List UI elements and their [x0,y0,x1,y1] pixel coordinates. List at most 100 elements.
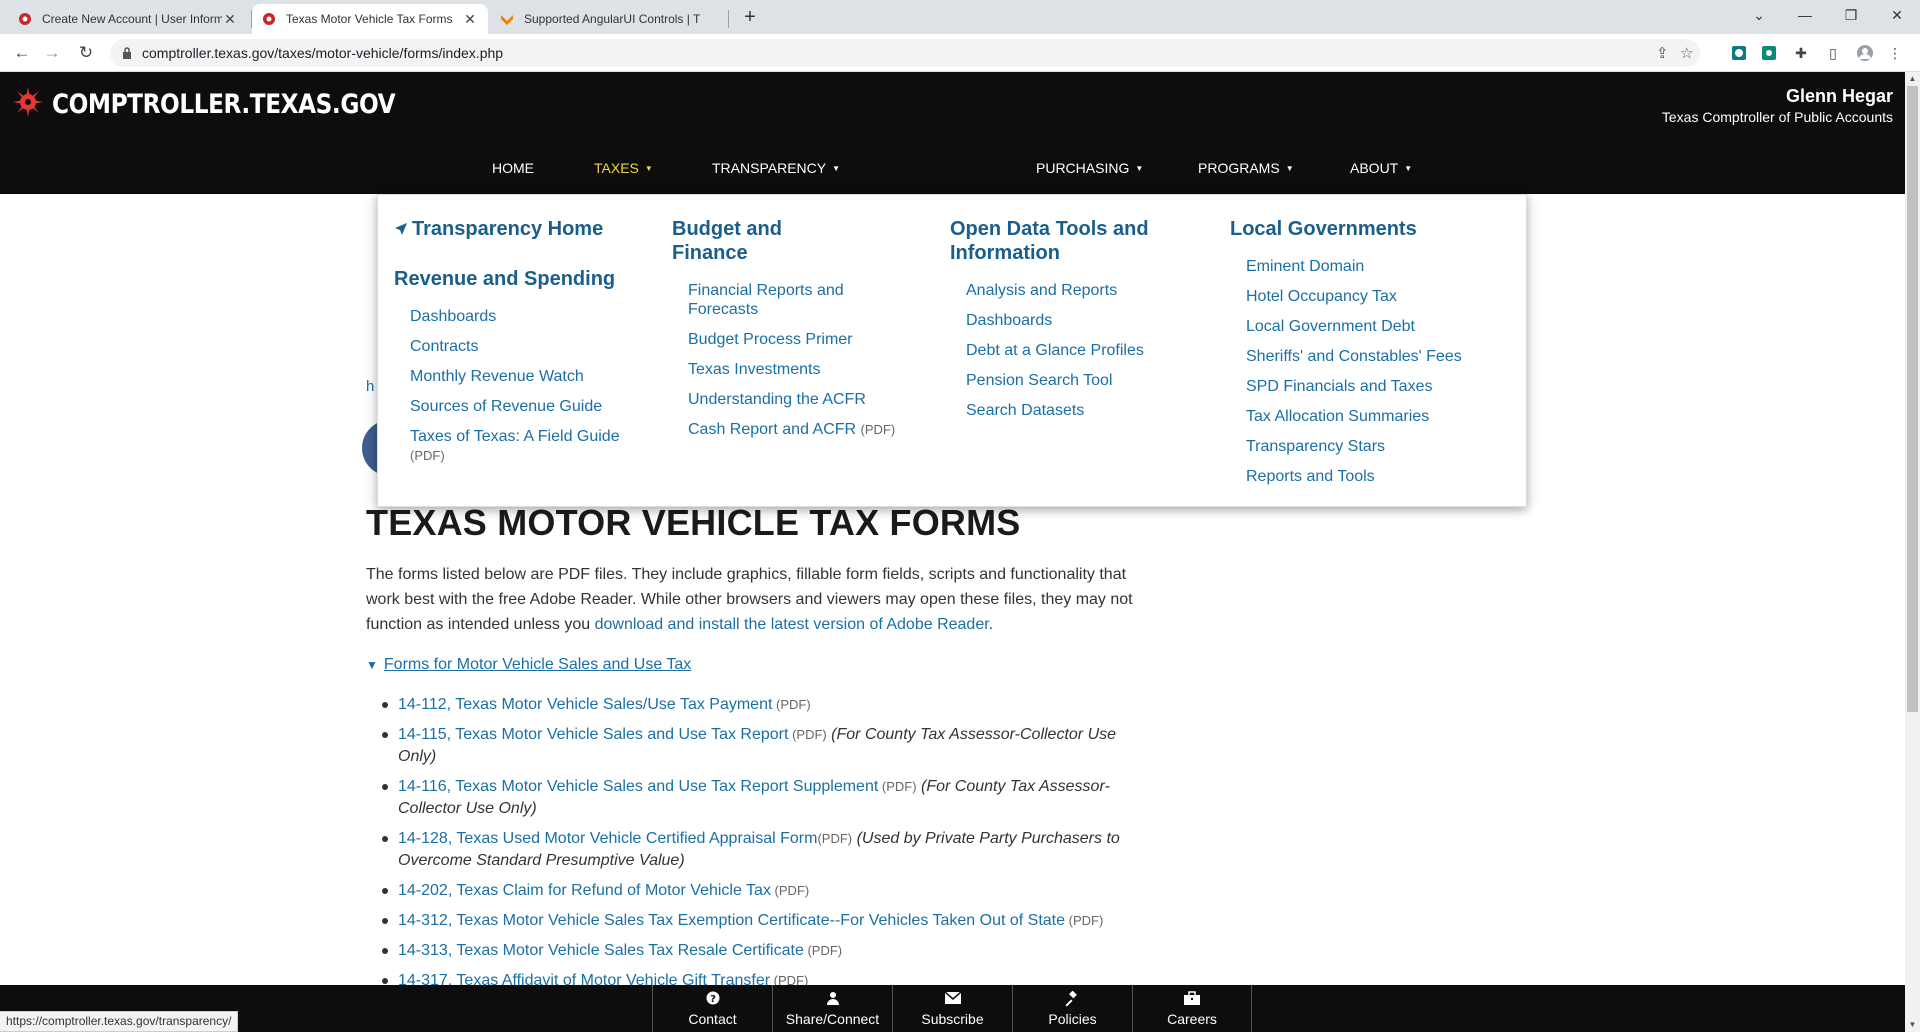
menu-item[interactable]: Budget Process Primer [688,330,932,349]
minimize-icon[interactable]: — [1782,0,1828,30]
browser-tab[interactable]: Create New Account | User Inform ✕ [8,4,248,34]
contact-button[interactable]: ? Contact [652,985,772,1032]
omnibox[interactable]: comptroller.texas.gov/taxes/motor-vehicl… [110,39,1700,67]
user-icon [773,991,892,1007]
bookmark-star-icon[interactable]: ☆ [1680,44,1693,62]
form-link[interactable]: 14-202, Texas Claim for Refund of Motor … [398,882,771,899]
list-item: 14-313, Texas Motor Vehicle Sales Tax Re… [382,940,1138,962]
reload-icon[interactable]: ↻ [74,42,98,64]
menu-item[interactable]: Monthly Revenue Watch [410,367,654,386]
extension-icon[interactable] [1758,42,1780,64]
menu-item[interactable]: Financial Reports and Forecasts [688,281,888,319]
lock-icon [122,46,132,59]
menu-item[interactable]: Transparency Stars [1246,437,1520,456]
caret-down-icon: ▼ [1404,164,1413,173]
browser-tab[interactable]: Supported AngularUI Controls | T [490,4,730,34]
menu-column-local-gov: Local Governments Eminent Domain Hotel O… [1230,217,1520,497]
menu-item[interactable]: Dashboards [410,307,654,326]
form-link[interactable]: 14-115, Texas Motor Vehicle Sales and Us… [398,726,788,743]
share-connect-button[interactable]: Share/Connect [772,985,892,1032]
menu-item[interactable]: Analysis and Reports [966,281,1210,300]
menu-heading-revenue[interactable]: Revenue and Spending [394,267,654,291]
caret-down-icon: ▼ [644,164,653,173]
close-tab-icon[interactable]: ✕ [462,11,478,28]
question-circle-icon: ? [653,991,772,1007]
form-link[interactable]: 14-116, Texas Motor Vehicle Sales and Us… [398,778,878,795]
nav-about[interactable]: ABOUT ▼ [1350,160,1412,176]
policies-button[interactable]: Policies [1012,985,1132,1032]
breadcrumb[interactable]: h [366,378,374,395]
intro-paragraph: The forms listed below are PDF files. Th… [366,566,1133,633]
menu-item[interactable]: Sources of Revenue Guide [410,397,654,416]
puzzle-extensions-icon[interactable]: ✚ [1790,42,1812,64]
menu-item[interactable]: Debt at a Glance Profiles [966,341,1210,360]
close-tab-icon[interactable]: ✕ [222,11,238,28]
menu-item[interactable]: Taxes of Texas: A Field Guide (PDF) [410,427,654,465]
menu-item[interactable]: Sheriffs' and Constables' Fees [1246,347,1520,366]
menu-item[interactable]: Contracts [410,337,654,356]
nav-programs[interactable]: PROGRAMS ▼ [1198,160,1294,176]
menu-item[interactable]: Local Government Debt [1246,317,1520,336]
nav-taxes[interactable]: TAXES ▼ [594,160,653,176]
nav-transparency[interactable]: TRANSPARENCY ▼ [712,160,840,176]
tab-search-icon[interactable]: ⌄ [1736,0,1782,30]
close-window-icon[interactable]: ✕ [1874,0,1920,30]
menu-kebab-icon[interactable]: ⋮ [1884,42,1906,64]
briefcase-icon [1133,991,1251,1007]
menu-item[interactable]: Reports and Tools [1246,467,1520,486]
adobe-reader-link[interactable]: download and install the latest version … [595,616,989,633]
scroll-up-icon[interactable]: ▲ [1905,72,1920,86]
browser-tab-active[interactable]: Texas Motor Vehicle Tax Forms ✕ [252,4,488,34]
menu-heading-budget[interactable]: Budget and Finance [672,217,812,265]
form-link[interactable]: 14-312, Texas Motor Vehicle Sales Tax Ex… [398,912,1065,929]
caret-down-icon: ▼ [832,164,841,173]
comptroller-favicon-icon [18,12,32,26]
form-link[interactable]: 14-128, Texas Used Motor Vehicle Certifi… [398,830,817,847]
scroll-down-icon[interactable]: ▼ [1905,1018,1920,1032]
site-logo[interactable]: COMPTROLLER.TEXAS.GOV [12,86,451,123]
menu-item[interactable]: Eminent Domain [1246,257,1520,276]
new-tab-icon[interactable]: + [738,6,762,29]
menu-item[interactable]: Tax Allocation Summaries [1246,407,1520,426]
back-icon[interactable]: ← [10,42,34,64]
menu-item[interactable]: Dashboards [966,311,1210,330]
form-link[interactable]: 14-112, Texas Motor Vehicle Sales/Use Ta… [398,696,772,713]
svg-text:?: ? [710,994,716,1005]
extension-icon[interactable] [1728,42,1750,64]
careers-button[interactable]: Careers [1132,985,1252,1032]
profile-avatar-icon[interactable] [1854,42,1876,64]
menu-item[interactable]: Texas Investments [688,360,932,379]
nav-purchasing[interactable]: PURCHASING ▼ [1036,160,1143,176]
menu-heading-open-data[interactable]: Open Data Tools and Information [950,217,1170,265]
menu-heading-local-gov[interactable]: Local Governments [1230,217,1520,241]
logo-text: COMPTROLLER.TEXAS.GOV [52,89,396,120]
triangle-down-icon: ▼ [366,658,378,672]
list-item: 14-115, Texas Motor Vehicle Sales and Us… [382,724,1138,768]
subscribe-button[interactable]: Subscribe [892,985,1012,1032]
restore-icon[interactable]: ❐ [1828,0,1874,30]
forward-icon[interactable]: → [40,42,64,64]
menu-item[interactable]: Cash Report and ACFR (PDF) [688,420,932,439]
sticky-footer-bar: ? Contact Share/Connect Subscribe Policie… [0,985,1905,1032]
side-panel-icon[interactable]: ▯ [1822,42,1844,64]
star-seal-icon [12,86,44,123]
menu-item[interactable]: SPD Financials and Taxes [1246,377,1520,396]
scrollbar-thumb[interactable] [1907,86,1918,712]
share-icon[interactable]: ⇪ [1656,44,1669,62]
list-item: 14-116, Texas Motor Vehicle Sales and Us… [382,776,1138,820]
list-item: 14-128, Texas Used Motor Vehicle Certifi… [382,828,1138,872]
menu-item[interactable]: Search Datasets [966,401,1210,420]
location-arrow-icon [394,218,412,240]
menu-column-budget: Budget and Finance Financial Reports and… [672,217,932,450]
main-nav: HOME TAXES ▼ TRANSPARENCY ▼ PURCHASING ▼ PR… [0,160,1905,184]
form-link[interactable]: 14-313, Texas Motor Vehicle Sales Tax Re… [398,942,804,959]
menu-column-revenue: Transparency Home Revenue and Spending D… [394,217,654,476]
menu-item[interactable]: Pension Search Tool [966,371,1210,390]
menu-item[interactable]: Hotel Occupancy Tax [1246,287,1520,306]
nav-home[interactable]: HOME [492,160,534,176]
comptroller-favicon-icon [262,12,276,26]
caret-down-icon: ▼ [1135,164,1144,173]
menu-item[interactable]: Understanding the ACFR [688,390,932,409]
transparency-home-link[interactable]: Transparency Home [394,217,654,241]
forms-section-toggle[interactable]: ▼ Forms for Motor Vehicle Sales and Use T… [366,656,691,674]
